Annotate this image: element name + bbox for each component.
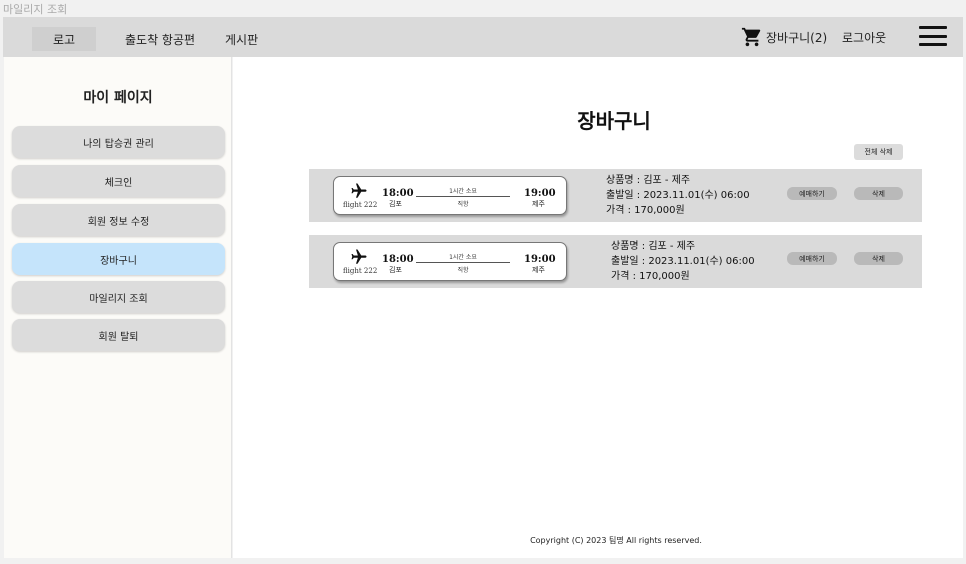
delete-button[interactable]: 삭제: [854, 252, 903, 265]
cart-item: flight 222 18:00 김포 1시간 소요 직항 19:00 제주 상…: [309, 235, 922, 288]
route-line: [416, 262, 510, 263]
price: 가격 : 170,000원: [611, 271, 690, 282]
page-title: 장바구니: [577, 109, 651, 133]
cart-item-info: 상품명 : 김포 - 제주 출발일 : 2023.11.01(수) 06:00 …: [606, 173, 750, 218]
direct-flight-label: 직항: [457, 201, 469, 208]
cart-item: flight 222 18:00 김포 1시간 소요 직항 19:00 제주 상…: [309, 169, 922, 222]
sidebar: 마이 페이지 나의 탑승권 관리 체크인 회원 정보 수정 장바구니 마일리지 …: [4, 57, 232, 558]
delete-button[interactable]: 삭제: [854, 187, 903, 200]
sidebar-item-mileage[interactable]: 마일리지 조회: [12, 281, 225, 313]
departure-city: 김포: [389, 200, 402, 208]
sidebar-item-boarding-pass[interactable]: 나의 탑승권 관리: [12, 126, 225, 158]
top-navigation-bar: 로고 출도착 항공편 게시판 장바구니(2) 로그아웃: [3, 17, 963, 57]
nav-link-board[interactable]: 게시판: [225, 31, 258, 48]
cart-link[interactable]: 장바구니(2): [741, 26, 827, 48]
reserve-button[interactable]: 예매하기: [787, 252, 837, 265]
departure-time: 18:00: [382, 188, 414, 199]
flight-duration: 1시간 소요: [449, 188, 477, 195]
sidebar-item-withdraw[interactable]: 회원 탈퇴: [12, 319, 225, 351]
route-line: [416, 196, 510, 197]
shopping-cart-icon: [741, 27, 761, 47]
logout-link[interactable]: 로그아웃: [842, 29, 886, 46]
airplane-icon: [351, 249, 367, 264]
cart-label: 장바구니(2): [766, 30, 828, 45]
footer-copyright: Copyright (C) 2023 팀명 All rights reserve…: [530, 536, 702, 545]
sidebar-title: 마이 페이지: [83, 90, 153, 106]
arrival-city: 제주: [532, 266, 545, 274]
delete-all-button[interactable]: 전체 삭제: [854, 144, 903, 160]
product-name: 상품명 : 김포 - 제주: [606, 175, 691, 186]
arrival-city: 제주: [532, 200, 545, 208]
main-content: 장바구니 전체 삭제 flight 222 18:00 김포 1시간 소요 직항…: [233, 57, 963, 558]
direct-flight-label: 직항: [457, 267, 469, 274]
page-tab-label: 마일리지 조회: [3, 3, 68, 16]
reserve-button[interactable]: 예매하기: [787, 187, 837, 200]
flight-number: flight 222: [343, 267, 378, 275]
logo-button[interactable]: 로고: [32, 27, 96, 51]
flight-ticket-card: flight 222 18:00 김포 1시간 소요 직항 19:00 제주: [333, 242, 567, 281]
hamburger-menu-icon[interactable]: [919, 26, 947, 46]
nav-link-flights[interactable]: 출도착 항공편: [125, 31, 195, 48]
airplane-icon: [351, 183, 367, 198]
departure-date: 출발일 : 2023.11.01(수) 06:00: [606, 190, 750, 201]
departure-time: 18:00: [382, 254, 414, 265]
cart-item-info: 상품명 : 김포 - 제주 출발일 : 2023.11.01(수) 06:00 …: [611, 239, 755, 284]
sidebar-item-cart[interactable]: 장바구니: [12, 243, 225, 275]
product-name: 상품명 : 김포 - 제주: [611, 241, 696, 252]
sidebar-item-edit-profile[interactable]: 회원 정보 수정: [12, 204, 225, 236]
sidebar-item-checkin[interactable]: 체크인: [12, 165, 225, 197]
price: 가격 : 170,000원: [606, 205, 685, 216]
departure-date: 출발일 : 2023.11.01(수) 06:00: [611, 256, 755, 267]
flight-ticket-card: flight 222 18:00 김포 1시간 소요 직항 19:00 제주: [333, 176, 567, 215]
flight-duration: 1시간 소요: [449, 254, 477, 261]
arrival-time: 19:00: [524, 188, 556, 199]
departure-city: 김포: [389, 266, 402, 274]
arrival-time: 19:00: [524, 254, 556, 265]
flight-number: flight 222: [343, 201, 378, 209]
